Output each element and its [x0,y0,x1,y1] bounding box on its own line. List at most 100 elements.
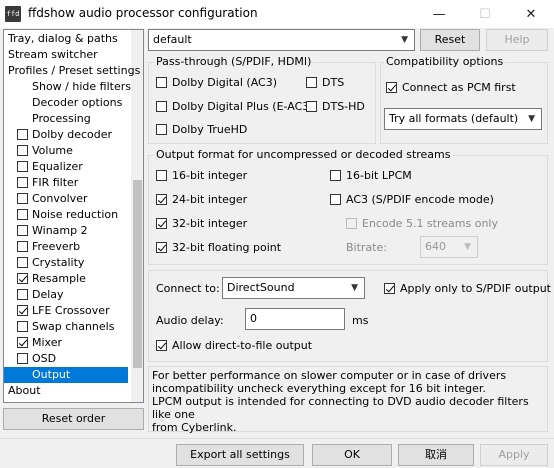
dolby-digital-plus-checkbox[interactable] [156,101,167,112]
spdif-only-checkbox[interactable] [384,283,395,294]
tree-item[interactable]: Tray, dialog & paths [4,31,128,47]
connect-to-select[interactable]: DirectSound ▼ [222,277,365,299]
tree-item[interactable]: Resample [4,271,128,287]
tree-item-checkbox[interactable] [17,129,28,140]
chevron-down-icon: ▼ [528,114,535,124]
tree-item[interactable]: Show / hide filters [4,79,131,95]
reset-order-button[interactable]: Reset order [3,408,144,430]
tree-item-checkbox[interactable] [17,305,28,316]
tree-item-label: FIR filter [32,176,79,189]
cancel-button[interactable]: 取消 [398,444,474,466]
bit32-checkbox[interactable] [156,218,167,229]
tree-scroll-thumb[interactable] [133,180,142,368]
tree-item-checkbox[interactable] [17,353,28,364]
tree-item-label: Tray, dialog & paths [8,32,118,45]
tree-item[interactable]: Delay [4,287,128,303]
dts-hd-checkbox[interactable] [306,101,317,112]
tree-item-checkbox[interactable] [17,145,28,156]
tree-item-label: Volume [32,144,73,157]
formats-select[interactable]: Try all formats (default) ▼ [384,108,542,130]
tree-item[interactable]: LFE Crossover [4,303,128,319]
float32-checkbox[interactable] [156,242,167,253]
tree-item[interactable]: Equalizer [4,159,128,175]
tree-item-label: Processing [32,112,91,125]
tree-item-label: Output [32,368,71,381]
tree-item[interactable]: Output [4,367,128,383]
tree-item[interactable]: Crystality [4,255,128,271]
float32-label: 32-bit floating point [172,241,282,254]
reset-button[interactable]: Reset [420,29,480,51]
tree-item[interactable]: Swap channels [4,319,128,335]
bit16-label: 16-bit integer [172,169,248,182]
direct-file-checkbox[interactable] [156,340,167,351]
tree-item-label: Delay [32,288,64,301]
tree-item[interactable]: Winamp 2 [4,223,128,239]
dts-checkbox[interactable] [306,77,317,88]
tree-item-checkbox[interactable] [17,337,28,348]
export-all-settings-button[interactable]: Export all settings [176,444,304,466]
tree-scrollbar[interactable] [131,30,143,402]
tree-item-label: Equalizer [32,160,83,173]
audio-delay-input[interactable]: 0 [245,308,345,330]
tree-item[interactable]: Noise reduction [4,207,128,223]
help-button[interactable]: Help [486,29,548,51]
dolby-digital-plus-label: Dolby Digital Plus (E-AC3) [172,100,314,113]
tree-item-checkbox[interactable] [17,321,28,332]
tree-item-checkbox[interactable] [17,161,28,172]
tree-item[interactable]: Dolby decoder [4,127,128,143]
tree-item[interactable]: Volume [4,143,128,159]
info-line: For better performance on slower compute… [152,369,507,382]
tree-item[interactable]: About [4,383,128,399]
encode51-checkbox[interactable] [346,218,357,229]
tree-item-label: Resample [32,272,86,285]
preset-select[interactable]: default ▼ [148,29,415,51]
tree-item[interactable]: Profiles / Preset settings [4,63,140,79]
title-bar: ffd ffdshow audio processor configuratio… [0,0,554,28]
tree-item-checkbox[interactable] [17,241,28,252]
tree-item[interactable]: OSD [4,351,128,367]
tree-item[interactable]: Processing [4,111,128,127]
minimize-button[interactable]: — [416,0,462,28]
tree-item-checkbox[interactable] [17,209,28,220]
bit24-checkbox[interactable] [156,194,167,205]
maximize-button[interactable]: ☐ [462,0,508,28]
ac3-encode-checkbox[interactable] [330,194,341,205]
tree-item[interactable]: Decoder options [4,95,128,111]
settings-tree[interactable]: Tray, dialog & paths Stream switcher Profi… [3,29,144,403]
tree-item[interactable]: FIR filter [4,175,128,191]
dolby-truehd-label: Dolby TrueHD [172,123,248,136]
apply-button[interactable]: Apply [480,444,548,466]
dolby-truehd-checkbox[interactable] [156,124,167,135]
tree-item-label: Profiles / Preset settings [8,64,141,77]
tree-item-label: Decoder options [32,96,123,109]
dolby-digital-checkbox[interactable] [156,77,167,88]
chevron-down-icon: ▼ [351,283,358,293]
close-button[interactable]: ✕ [508,0,554,28]
spdif-only-label: Apply only to S/PDIF output [400,282,551,295]
tree-item[interactable]: Mixer [4,335,128,351]
tree-item-label: Winamp 2 [32,224,88,237]
tree-item-label: Freeverb [32,240,81,253]
tree-item-checkbox[interactable] [17,225,28,236]
tree-item[interactable]: Freeverb [4,239,128,255]
ok-button[interactable]: OK [312,444,392,466]
tree-item-checkbox[interactable] [17,177,28,188]
tree-item-checkbox[interactable] [17,193,28,204]
tree-item-checkbox[interactable] [17,289,28,300]
tree-item[interactable]: Convolver [4,191,128,207]
bitrate-select[interactable]: 640 ▼ [420,236,478,258]
bit16-checkbox[interactable] [156,170,167,181]
direct-file-label: Allow direct-to-file output [172,339,313,352]
dolby-digital-label: Dolby Digital (AC3) [172,76,278,89]
lpcm16-checkbox[interactable] [330,170,341,181]
tree-item-label: Convolver [32,192,88,205]
tree-item-checkbox[interactable] [17,257,28,268]
tree-item-label: Noise reduction [32,208,119,221]
connect-to-label: Connect to: [156,282,220,295]
tree-item-label: Dolby decoder [32,128,113,141]
tree-item[interactable]: Stream switcher [4,47,128,63]
tree-item-checkbox[interactable] [17,273,28,284]
compatibility-group [380,62,548,144]
info-text: For better performance on slower compute… [148,366,548,434]
connect-pcm-checkbox[interactable] [386,82,397,93]
